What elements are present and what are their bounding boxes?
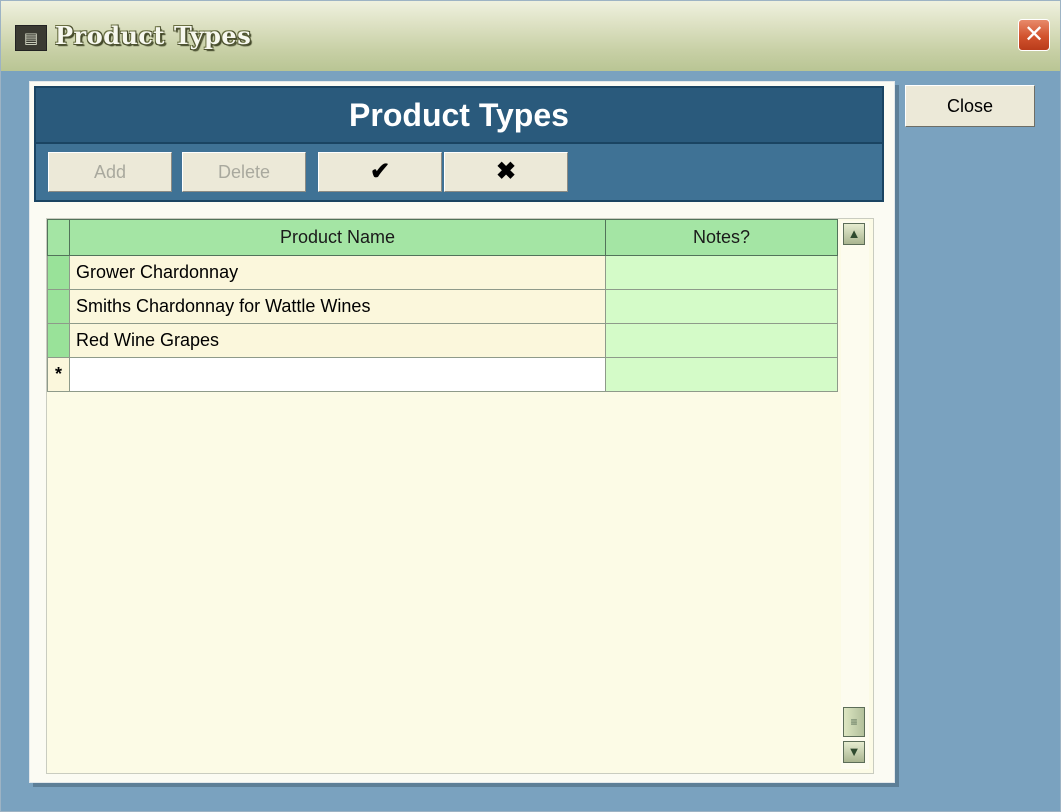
new-record-row[interactable]: * [47,357,838,392]
window-title: Product Types [55,21,252,50]
title-bar[interactable]: ▤ Product Types ✕ [1,1,1060,71]
app-icon[interactable]: ▤ [15,25,47,51]
chevron-down-icon: ▼ [847,744,861,759]
accept-button[interactable]: ✔ [318,152,442,192]
notes-cell[interactable] [605,289,838,324]
new-record-marker[interactable]: * [47,357,70,392]
new-product-name-cell[interactable] [69,357,606,392]
column-header-notes[interactable]: Notes? [605,219,838,256]
form-title: Product Types [349,97,569,133]
table-row[interactable]: Grower Chardonnay [47,255,838,290]
product-types-grid: Product Name Notes? Grower Chardonnay Sm… [46,218,874,774]
close-icon: ✕ [1023,20,1045,48]
checkmark-icon: ✔ [369,158,391,185]
cancel-edit-button[interactable]: ✖ [444,152,568,192]
product-name-cell[interactable]: Smiths Chardonnay for Wattle Wines [69,289,606,324]
vertical-scrollbar[interactable]: ▲ ≡ ▼ [841,221,869,769]
form-panel: Product Types Add Delete ✔ ✖ Product Nam… [29,81,895,783]
delete-button[interactable]: Delete [182,152,306,192]
grip-icon: ≡ [850,715,858,729]
toolbar: Add Delete ✔ ✖ [34,144,884,202]
cross-icon: ✖ [495,158,517,185]
grid-header-row: Product Name Notes? [47,219,838,256]
notes-cell[interactable] [605,323,838,358]
delete-button-label: Delete [217,162,271,182]
product-name-cell[interactable]: Grower Chardonnay [69,255,606,290]
product-name-cell[interactable]: Red Wine Grapes [69,323,606,358]
scroll-thumb[interactable]: ≡ [843,707,865,737]
chevron-up-icon: ▲ [847,226,861,241]
row-selector[interactable] [47,255,70,290]
scroll-up-button[interactable]: ▲ [843,223,865,245]
scroll-down-button[interactable]: ▼ [843,741,865,763]
table-row[interactable]: Red Wine Grapes [47,323,838,358]
add-button-label: Add [93,162,127,182]
row-selector[interactable] [47,289,70,324]
column-header-product-name[interactable]: Product Name [69,219,606,256]
close-button-label: Close [946,96,994,116]
product-types-window: ▤ Product Types ✕ Product Types Add Dele… [0,0,1061,812]
close-button[interactable]: Close [905,85,1035,127]
header-selector[interactable] [47,219,70,256]
add-button[interactable]: Add [48,152,172,192]
notes-cell[interactable] [605,255,838,290]
window-close-button[interactable]: ✕ [1018,19,1050,51]
row-selector[interactable] [47,323,70,358]
new-notes-cell[interactable] [605,357,838,392]
table-row[interactable]: Smiths Chardonnay for Wattle Wines [47,289,838,324]
form-header: Product Types [34,86,884,144]
grid-table: Product Name Notes? Grower Chardonnay Sm… [47,219,838,392]
